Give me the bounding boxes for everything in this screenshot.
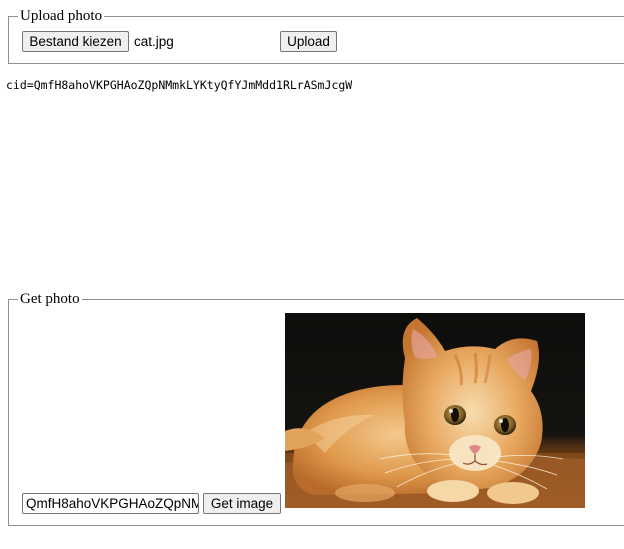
upload-button[interactable]: Upload	[280, 31, 337, 52]
upload-photo-legend: Upload photo	[20, 8, 103, 24]
cid-output: cid=QmfH8ahoVKPGHAoZQpNMmkLYKtyQfYJmMdd1…	[6, 78, 353, 92]
page: Upload photo Bestand kiezen cat.jpg Uplo…	[0, 0, 624, 549]
get-photo-legend: Get photo	[20, 291, 80, 307]
cid-input[interactable]: QmfH8ahoVKPGHAoZQpNMmkLYKtyQfYJmMdd1RLrA…	[22, 493, 199, 514]
choose-file-button[interactable]: Bestand kiezen	[22, 31, 129, 52]
cat-photo	[285, 313, 585, 508]
get-image-button[interactable]: Get image	[203, 493, 281, 514]
selected-file-name: cat.jpg	[134, 34, 174, 49]
